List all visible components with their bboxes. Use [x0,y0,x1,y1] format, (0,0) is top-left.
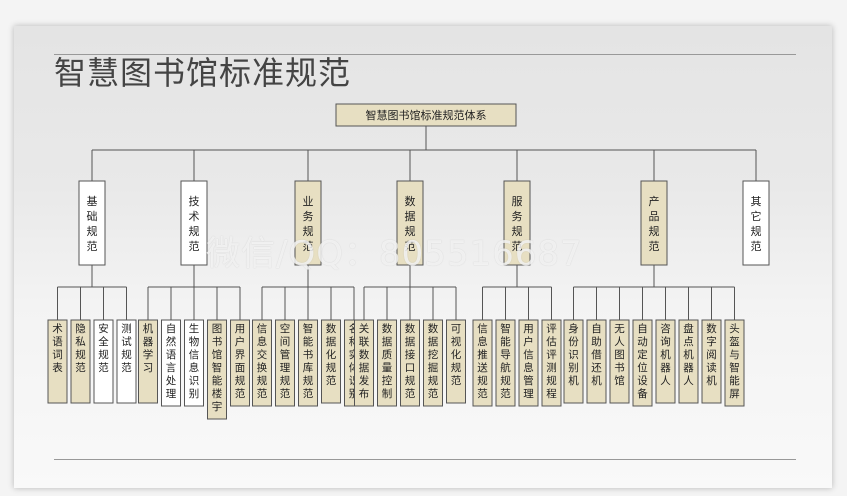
leaf-label: 图书馆智能楼宇 [212,323,223,413]
leaf-label: 咨询机器人 [660,322,671,387]
leaf-label: 用户界面规范 [235,323,246,400]
leaf-label: 盘点机器人 [683,322,694,387]
leaf-label: 信息交换规范 [257,323,268,400]
leaf-label: 可视化规范 [451,323,462,387]
leaf-label: 隐私规范 [75,323,86,374]
leaf-label: 数据化规范 [326,322,337,387]
leaf-label: 评估评测规程 [546,323,557,400]
leaf-label: 术语词表 [52,323,63,374]
leaf-label: 头盔与智能屏 [729,323,740,400]
leaf-label: 身份识别机 [568,322,579,387]
leaf-label: 用户信息管理 [523,323,534,400]
leaf-label: 数字阅读机 [706,322,717,387]
leaf-label: 自助借还机 [591,322,602,387]
root-label: 智慧图书馆标准规范体系 [366,108,487,122]
leaf-label: 无人图书馆 [614,323,625,387]
watermark-text: 微信/QQ：805516687 [206,234,583,274]
slide: 智慧图书馆标准规范 智慧图书馆标准规范体系 基础规范 术语词表 隐私规范 安全规范 测试规… [14,26,832,488]
leaf-label: 信息推送规范 [477,323,488,400]
